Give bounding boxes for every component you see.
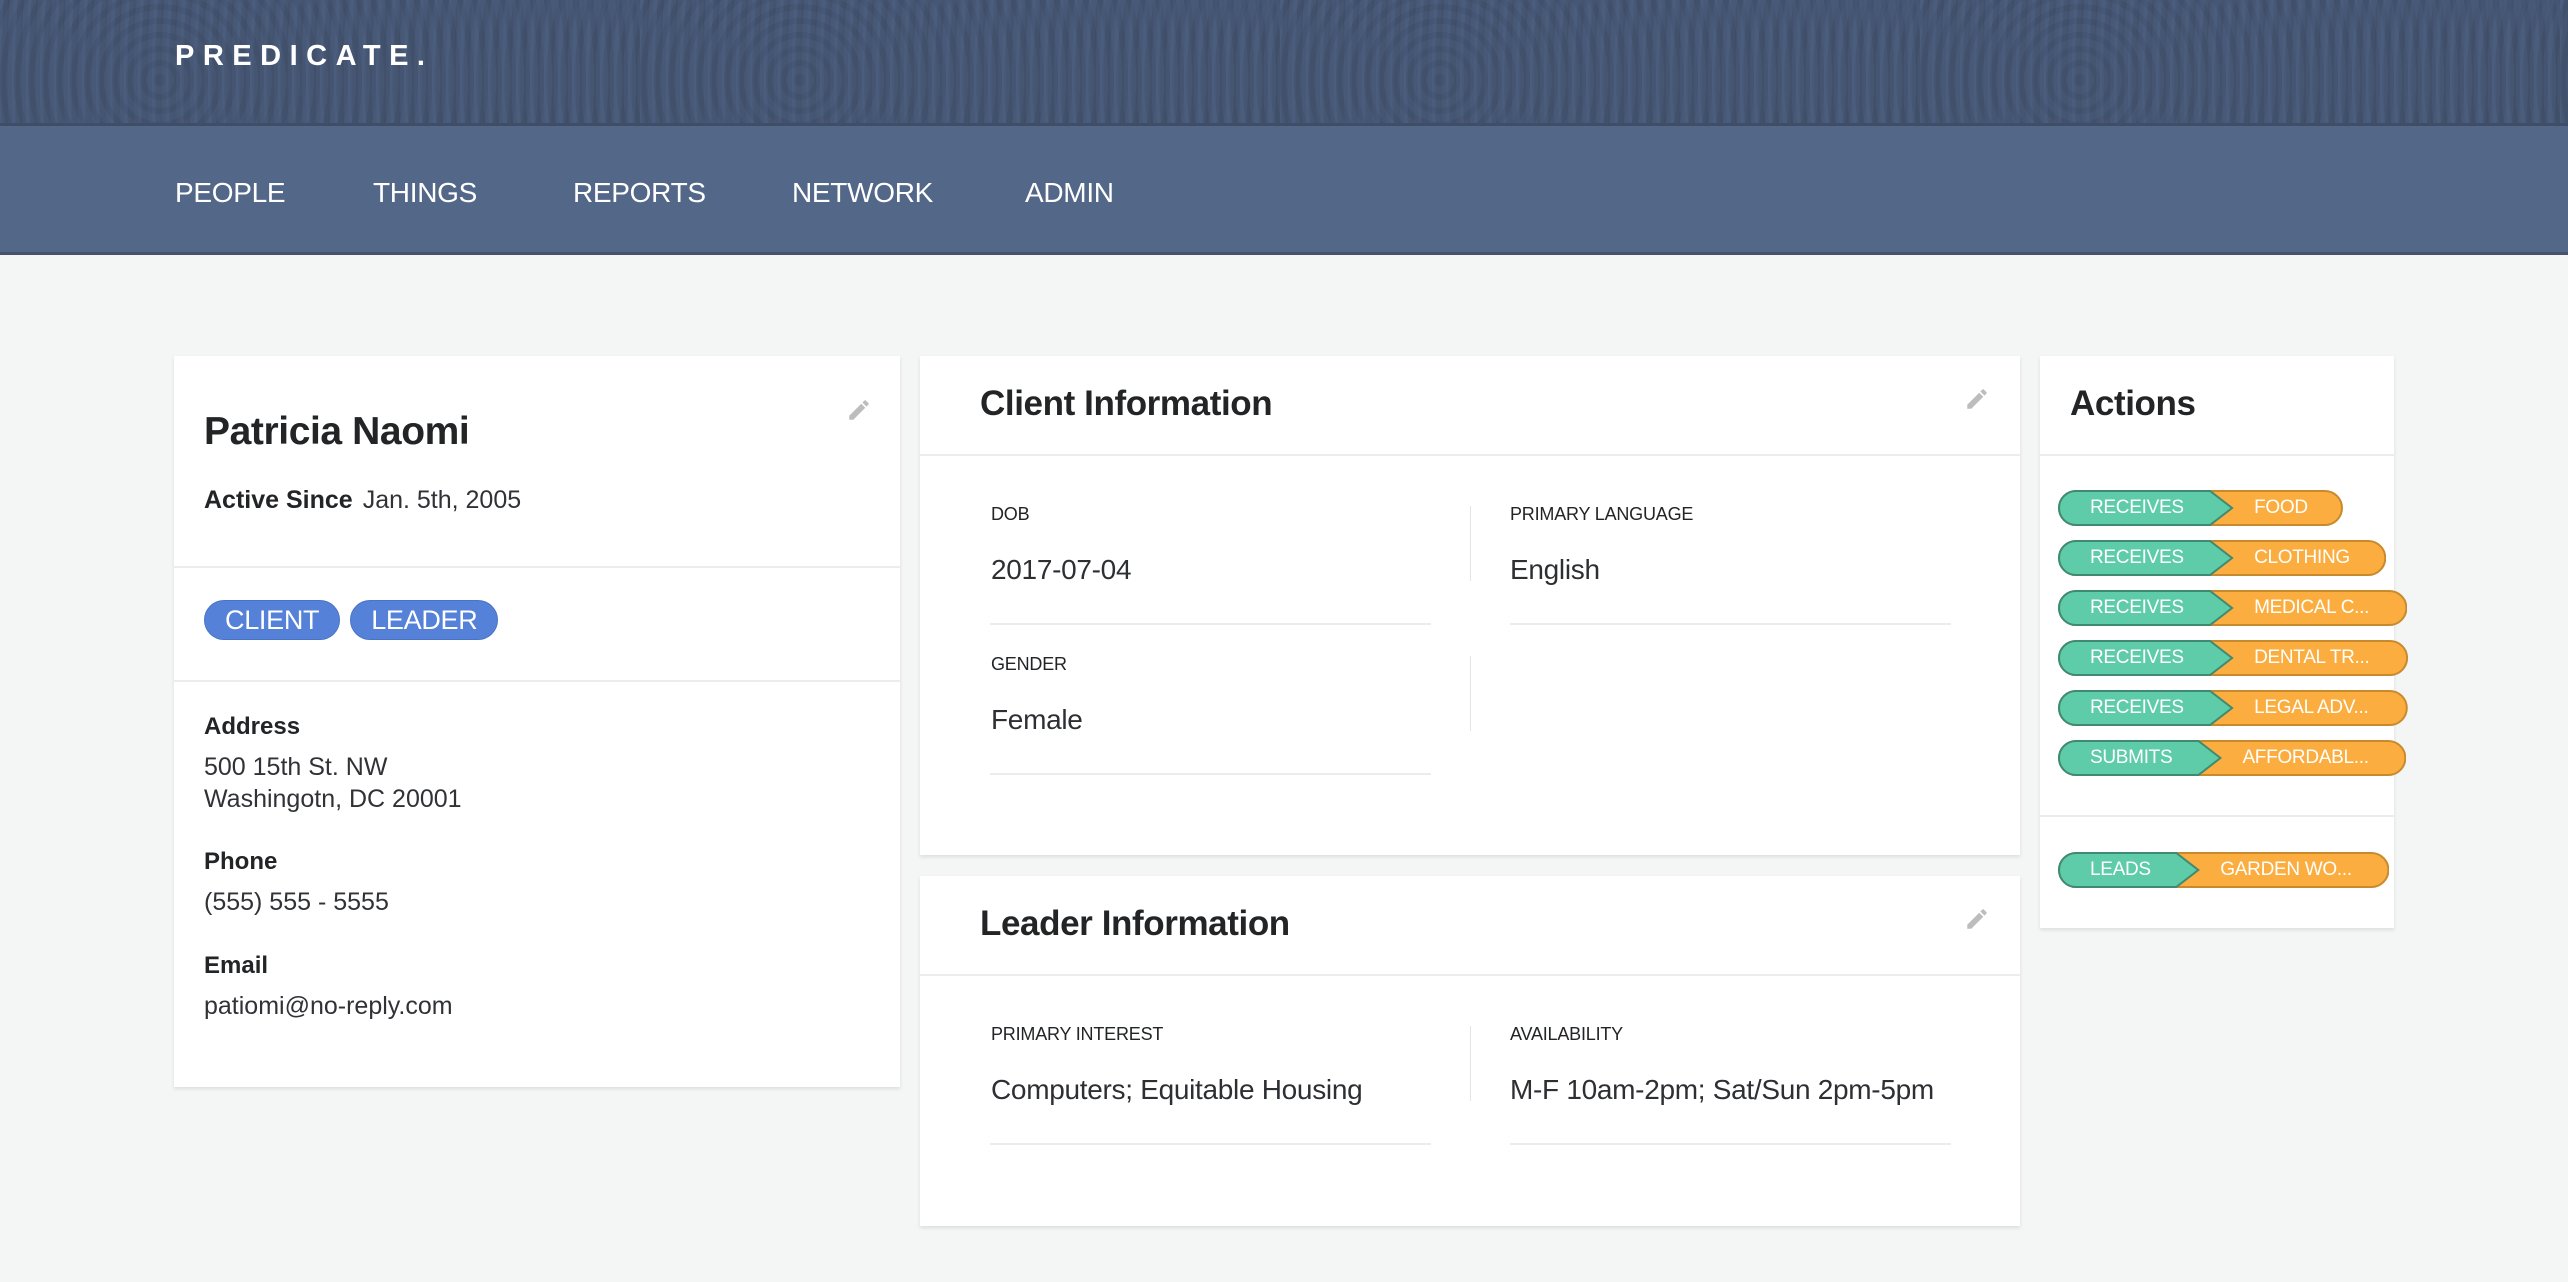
nav-item-admin[interactable]: ADMIN <box>1025 177 1114 209</box>
active-since-value: Jan. 5th, 2005 <box>362 486 522 514</box>
action-pill[interactable]: RECEIVES FOOD <box>2058 490 2343 526</box>
leader-information-card: Leader Information PRIMARY INTEREST Comp… <box>920 876 2020 1226</box>
divider <box>920 454 2020 456</box>
main-nav: PEOPLE THINGS REPORTS NETWORK ADMIN <box>0 126 2568 255</box>
action-pill[interactable]: RECEIVES DENTAL TR... <box>2058 640 2409 676</box>
address-line-1: 500 15th St. NW <box>204 753 388 781</box>
action-object: CLOTHING <box>2254 547 2350 568</box>
email-value: patiomi@no-reply.com <box>204 992 453 1020</box>
address-line-2: Washingotn, DC 20001 <box>204 785 462 813</box>
phone-label: Phone <box>204 848 278 875</box>
action-verb: RECEIVES <box>2090 647 2184 668</box>
nav-item-reports[interactable]: REPORTS <box>573 177 706 209</box>
nav-item-people[interactable]: PEOPLE <box>175 177 286 209</box>
profile-name: Patricia Naomi <box>204 410 470 453</box>
action-pill[interactable]: SUBMITS AFFORDABL... <box>2058 740 2407 776</box>
primary-interest-value: Computers; Equitable Housing <box>991 1074 1363 1105</box>
availability-label: AVAILABILITY <box>1510 1024 1623 1044</box>
address-label: Address <box>204 713 301 740</box>
column-divider <box>1470 1026 1471 1101</box>
action-verb: RECEIVES <box>2090 497 2184 518</box>
active-since: Active Since Jan. 5th, 2005 <box>204 486 521 515</box>
nav-item-things[interactable]: THINGS <box>373 177 477 209</box>
action-pill[interactable]: RECEIVES LEGAL ADV... <box>2058 690 2408 726</box>
column-divider <box>1470 656 1471 731</box>
email-label: Email <box>204 952 269 979</box>
action-verb: RECEIVES <box>2090 547 2184 568</box>
action-verb: RECEIVES <box>2090 597 2184 618</box>
action-object: AFFORDABL... <box>2242 747 2369 768</box>
pencil-icon[interactable] <box>846 397 872 423</box>
divider <box>174 566 900 568</box>
action-pill[interactable]: RECEIVES MEDICAL C... <box>2058 590 2408 626</box>
primary-language-value: English <box>1510 554 1600 585</box>
tag-client[interactable]: CLIENT <box>204 600 341 640</box>
top-header: PREDICATE. <box>0 0 2568 126</box>
primary-interest-label: PRIMARY INTEREST <box>991 1024 1164 1044</box>
card-title: Actions <box>2070 384 2196 423</box>
divider <box>920 974 2020 976</box>
tag-leader[interactable]: LEADER <box>350 600 499 640</box>
profile-card: Patricia Naomi Active Since Jan. 5th, 200… <box>174 356 900 1087</box>
dob-value: 2017-07-04 <box>991 554 1132 585</box>
pencil-icon[interactable] <box>1964 386 1990 412</box>
availability-value: M-F 10am-2pm; Sat/Sun 2pm-5pm <box>1510 1074 1934 1105</box>
action-verb: LEADS <box>2090 859 2151 880</box>
nav-item-network[interactable]: NETWORK <box>792 177 933 209</box>
divider <box>174 680 900 682</box>
action-object: GARDEN WO... <box>2220 859 2352 880</box>
card-title: Leader Information <box>980 904 1290 943</box>
action-object: FOOD <box>2254 497 2308 518</box>
card-title: Client Information <box>980 384 1273 423</box>
app-logo[interactable]: PREDICATE. <box>175 40 433 73</box>
actions-card: Actions RECEIVES FOOD RECEIVES CLOTHING RECE… <box>2040 356 2409 928</box>
gender-label: GENDER <box>991 654 1067 674</box>
action-verb: RECEIVES <box>2090 697 2184 718</box>
action-object: DENTAL TR... <box>2254 647 2370 668</box>
active-since-label: Active Since <box>204 486 353 514</box>
gender-value: Female <box>991 704 1083 735</box>
action-object: LEGAL ADV... <box>2254 697 2369 718</box>
dob-label: DOB <box>991 504 1030 524</box>
divider <box>2040 454 2394 456</box>
phone-value: (555) 555 - 5555 <box>204 888 389 916</box>
field-underline <box>1510 1143 1951 1145</box>
client-information-card: Client Information DOB 2017-07-04 PRIMAR… <box>920 356 2020 855</box>
primary-language-label: PRIMARY LANGUAGE <box>1510 504 1694 524</box>
action-object: MEDICAL C... <box>2254 597 2370 618</box>
action-pill[interactable]: LEADS GARDEN WO... <box>2058 852 2390 888</box>
action-verb: SUBMITS <box>2090 747 2173 768</box>
field-underline <box>990 773 1431 775</box>
field-underline <box>1510 623 1951 625</box>
action-pill[interactable]: RECEIVES CLOTHING <box>2058 540 2387 576</box>
divider <box>2040 815 2394 817</box>
role-tags: CLIENT LEADER <box>204 600 499 640</box>
field-underline <box>990 623 1431 625</box>
field-underline <box>990 1143 1431 1145</box>
pencil-icon[interactable] <box>1964 906 1990 932</box>
column-divider <box>1470 506 1471 581</box>
